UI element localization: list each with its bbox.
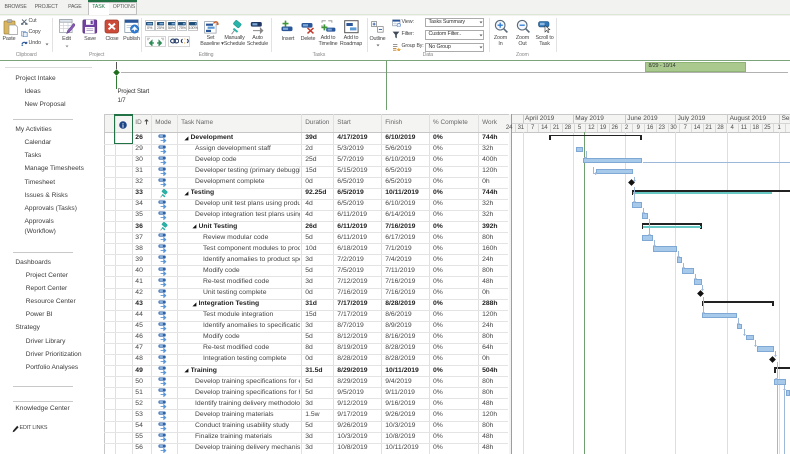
svg-text:i: i (122, 123, 124, 130)
